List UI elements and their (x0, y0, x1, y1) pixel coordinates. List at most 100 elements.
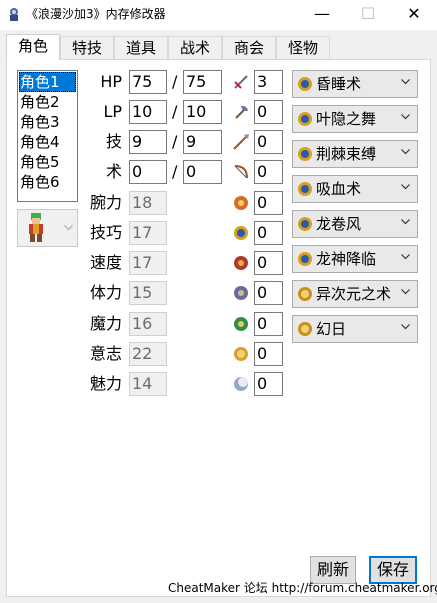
spell-label: 龙神降临 (316, 250, 377, 268)
waza-label: 技 (105, 132, 122, 151)
list-item[interactable]: 角色2 (19, 92, 76, 112)
water-spell-icon (298, 182, 312, 196)
forum-link[interactable]: CheatMaker 论坛 http://forum.cheatmaker.or… (168, 580, 437, 596)
axe-level-field[interactable]: 0 (254, 100, 283, 124)
jutsu-label: 术 (105, 162, 122, 181)
magic-field: 16 (129, 312, 167, 336)
will-label: 意志 (89, 344, 122, 363)
fire-magic-icon (234, 196, 248, 210)
water-spell-icon (298, 217, 312, 231)
water-spell-icon (298, 147, 312, 161)
water-spell-icon (298, 252, 312, 266)
chevron-down-icon (401, 149, 410, 155)
magic-label: 魔力 (89, 314, 122, 333)
lp-current-field[interactable]: 10 (129, 100, 167, 124)
spell-label: 异次元之术 (316, 285, 392, 303)
maximize-button[interactable]: ☐ (345, 0, 391, 30)
spell-label: 幻日 (316, 320, 347, 338)
lp-label: LP (103, 102, 122, 121)
list-item[interactable]: 角色6 (19, 172, 76, 192)
chevron-down-icon (401, 184, 410, 190)
moon-magic-level-field[interactable]: 0 (254, 372, 283, 396)
sword-icon (234, 75, 248, 89)
spell-select-8[interactable]: 幻日 (292, 315, 418, 343)
axe-icon (235, 105, 248, 119)
portrait-select[interactable] (17, 209, 78, 247)
speed-label: 速度 (89, 253, 122, 272)
water-magic-icon (234, 226, 248, 240)
charm-field: 14 (129, 372, 167, 396)
jutsu-max-field[interactable]: 0 (183, 160, 222, 184)
spell-select-6[interactable]: 龙神降临 (292, 245, 418, 273)
moon-magic-icon (234, 377, 248, 391)
tab-items[interactable]: 道具 (114, 36, 168, 59)
will-field: 22 (129, 342, 167, 366)
speed-field: 17 (129, 251, 167, 275)
spell-label: 昏睡术 (316, 75, 362, 93)
minimize-button[interactable]: — (299, 0, 345, 30)
sun-magic-icon (234, 347, 248, 361)
sky-magic-level-field[interactable]: 0 (254, 312, 283, 336)
strength-field: 18 (129, 191, 167, 215)
spell-label: 荆棘束缚 (316, 145, 377, 163)
tab-character[interactable]: 角色 (6, 34, 60, 60)
stamina-field: 15 (129, 281, 167, 305)
tab-special-skills[interactable]: 特技 (60, 36, 114, 59)
chevron-down-icon (401, 289, 410, 295)
chevron-down-icon (401, 324, 410, 330)
sun-spell-icon (298, 322, 312, 336)
earth-magic-icon (234, 286, 248, 300)
chevron-down-icon (401, 219, 410, 225)
tab-strip: 角色 特技 道具 战术 商会 怪物 (6, 34, 431, 60)
chevron-down-icon (401, 254, 410, 260)
waza-current-field[interactable]: 9 (129, 130, 167, 154)
tab-trade[interactable]: 商会 (222, 36, 276, 59)
sun-magic-level-field[interactable]: 0 (254, 342, 283, 366)
list-item[interactable]: 角色5 (19, 152, 76, 172)
list-item[interactable]: 角色1 (19, 72, 76, 92)
waza-slash: / (172, 132, 178, 151)
character-sprite-icon (29, 213, 43, 242)
spell-select-3[interactable]: 荆棘束缚 (292, 140, 418, 168)
character-list[interactable]: 角色1 角色2 角色3 角色4 角色5 角色6 (17, 70, 78, 202)
spell-label: 吸血术 (316, 180, 362, 198)
lp-slash: / (172, 102, 178, 121)
wind-magic-icon (234, 256, 248, 270)
hp-label: HP (100, 72, 122, 91)
waza-max-field[interactable]: 9 (183, 130, 222, 154)
tab-monsters[interactable]: 怪物 (276, 36, 330, 59)
list-item[interactable]: 角色4 (19, 132, 76, 152)
wind-magic-level-field[interactable]: 0 (254, 251, 283, 275)
water-spell-icon (298, 77, 312, 91)
hp-max-field[interactable]: 75 (183, 70, 222, 94)
window-title: 《浪漫沙加3》内存修改器 (26, 7, 166, 21)
fire-magic-level-field[interactable]: 0 (254, 191, 283, 215)
spell-select-2[interactable]: 叶隐之舞 (292, 105, 418, 133)
water-magic-level-field[interactable]: 0 (254, 221, 283, 245)
hp-current-field[interactable]: 75 (129, 70, 167, 94)
water-spell-icon (298, 112, 312, 126)
spear-icon (233, 134, 249, 150)
earth-magic-level-field[interactable]: 0 (254, 281, 283, 305)
dexterity-label: 技巧 (89, 223, 122, 242)
app-icon (10, 8, 18, 21)
tab-tactics[interactable]: 战术 (168, 36, 222, 59)
strength-label: 腕力 (89, 193, 122, 212)
spell-select-5[interactable]: 龙卷风 (292, 210, 418, 238)
sun-spell-icon (298, 287, 312, 301)
lp-max-field[interactable]: 10 (183, 100, 222, 124)
spell-select-1[interactable]: 昏睡术 (292, 70, 418, 98)
stamina-label: 体力 (89, 283, 122, 302)
jutsu-current-field[interactable]: 0 (129, 160, 167, 184)
bow-level-field[interactable]: 0 (254, 160, 283, 184)
list-item[interactable]: 角色3 (19, 112, 76, 132)
spear-level-field[interactable]: 0 (254, 130, 283, 154)
chevron-down-icon (401, 79, 410, 85)
charm-label: 魅力 (89, 374, 122, 393)
spell-label: 叶隐之舞 (316, 110, 377, 128)
dexterity-field: 17 (129, 221, 167, 245)
sword-level-field[interactable]: 3 (254, 70, 283, 94)
spell-select-4[interactable]: 吸血术 (292, 175, 418, 203)
close-button[interactable]: ✕ (391, 0, 437, 30)
spell-select-7[interactable]: 异次元之术 (292, 280, 418, 308)
